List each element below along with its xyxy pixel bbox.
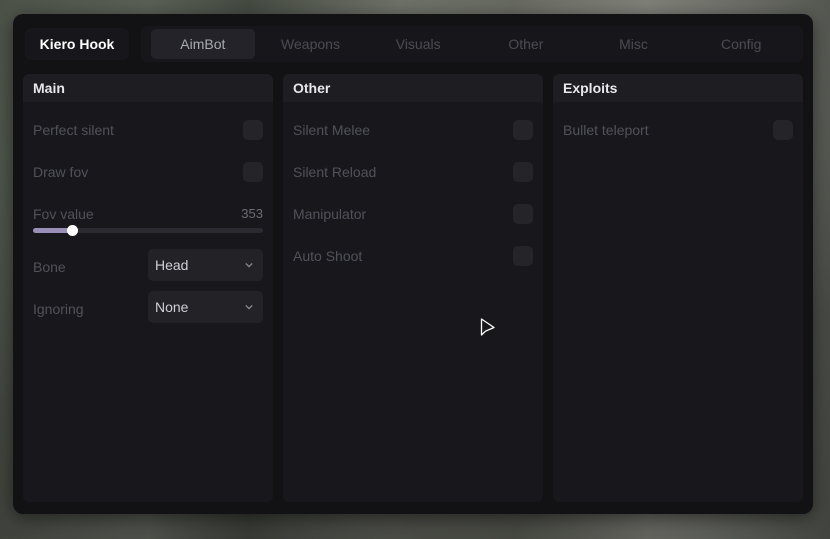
tab-config[interactable]: Config (689, 29, 793, 59)
bullet-teleport-row: Bullet teleport (563, 120, 793, 140)
tab-aimbot[interactable]: AimBot (151, 29, 255, 59)
bone-row: Bone Head (33, 249, 263, 281)
panel-exploits-title: Exploits (553, 74, 803, 102)
silent-reload-label: Silent Reload (293, 164, 377, 180)
panel-other: Other Silent Melee Silent Reload Manipul… (283, 74, 543, 502)
bone-label: Bone (33, 259, 66, 275)
tab-misc[interactable]: Misc (582, 29, 686, 59)
perfect-silent-row: Perfect silent (33, 120, 263, 140)
ignoring-row: Ignoring None (33, 291, 263, 323)
draw-fov-toggle[interactable] (243, 162, 263, 182)
tab-weapons[interactable]: Weapons (259, 29, 363, 59)
ignoring-label: Ignoring (33, 301, 84, 317)
silent-melee-label: Silent Melee (293, 122, 371, 138)
perfect-silent-toggle[interactable] (243, 120, 263, 140)
chevron-down-icon (245, 304, 253, 310)
auto-shoot-toggle[interactable] (513, 246, 533, 266)
tab-bar: AimBot Weapons Visuals Other Misc Config (141, 26, 803, 62)
auto-shoot-label: Auto Shoot (293, 248, 363, 264)
manipulator-toggle[interactable] (513, 204, 533, 224)
tab-other[interactable]: Other (474, 29, 578, 59)
tab-visuals[interactable]: Visuals (366, 29, 470, 59)
silent-melee-toggle[interactable] (513, 120, 533, 140)
bone-dropdown[interactable]: Head (148, 249, 263, 281)
fov-slider-handle[interactable] (67, 225, 79, 236)
draw-fov-label: Draw fov (33, 164, 89, 180)
panel-exploits: Exploits Bullet teleport (553, 74, 803, 502)
mouse-cursor-icon (480, 318, 495, 336)
bullet-teleport-label: Bullet teleport (563, 122, 649, 138)
bullet-teleport-toggle[interactable] (773, 120, 793, 140)
panel-main: Main Perfect silent Draw fov Fov value 3… (23, 74, 273, 502)
ignoring-dropdown[interactable]: None (148, 291, 263, 323)
bone-selected-value: Head (155, 257, 189, 273)
auto-shoot-row: Auto Shoot (293, 246, 533, 266)
perfect-silent-label: Perfect silent (33, 122, 114, 138)
fov-value-label: Fov value (33, 206, 94, 222)
silent-reload-toggle[interactable] (513, 162, 533, 182)
panel-other-title: Other (283, 74, 543, 102)
ignoring-selected-value: None (155, 299, 189, 315)
app-title: Kiero Hook (25, 28, 129, 60)
fov-value-readout: 353 (241, 206, 263, 221)
panel-main-title: Main (23, 74, 273, 102)
fov-value-row: Fov value 353 (33, 204, 263, 240)
manipulator-label: Manipulator (293, 206, 367, 222)
fov-slider-track[interactable] (33, 225, 263, 236)
manipulator-row: Manipulator (293, 204, 533, 224)
draw-fov-row: Draw fov (33, 162, 263, 182)
cheat-menu-window: Kiero Hook AimBot Weapons Visuals Other … (13, 14, 813, 514)
chevron-down-icon (245, 262, 253, 268)
top-bar: Kiero Hook AimBot Weapons Visuals Other … (13, 14, 813, 74)
silent-melee-row: Silent Melee (293, 120, 533, 140)
silent-reload-row: Silent Reload (293, 162, 533, 182)
